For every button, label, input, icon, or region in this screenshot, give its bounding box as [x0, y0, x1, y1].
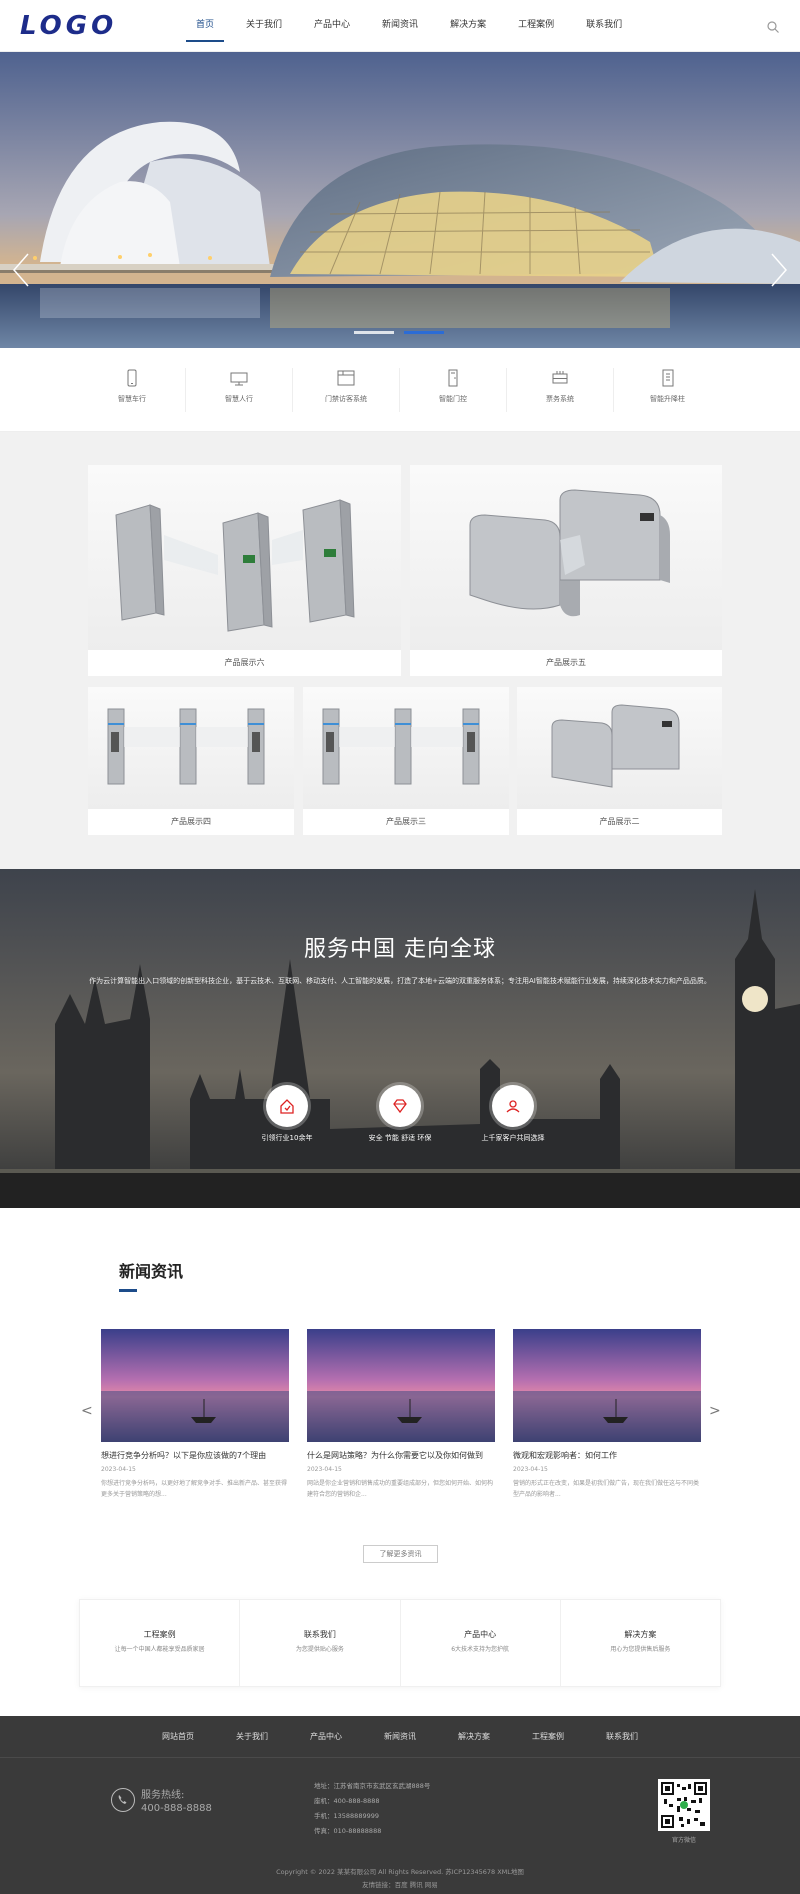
contact-info: 地址：江苏省南京市玄武区玄武湖888号 座机：400-888-8888 手机：1…: [314, 1782, 431, 1835]
main-nav: 首页 关于我们 产品中心 新闻资讯 解决方案 工程案例 联系我们: [180, 0, 638, 52]
news-thumbnail: [101, 1329, 289, 1442]
feature-clients: 上千家客户共同选择: [463, 1085, 563, 1143]
footer: 网站首页 关于我们 产品中心 新闻资讯 解决方案 工程案例 联系我们 服务热线:…: [0, 1716, 800, 1894]
footer-nav-home[interactable]: 网站首页: [141, 1731, 215, 1742]
copyright: Copyright © 2022 某某有限公司 All Rights Reser…: [0, 1866, 800, 1892]
quick-link-products[interactable]: 产品中心 6大技术支持为您护航: [401, 1600, 561, 1686]
header: LOGO 首页 关于我们 产品中心 新闻资讯 解决方案 工程案例 联系我们: [0, 0, 800, 52]
product-image: [517, 687, 722, 809]
news-card[interactable]: 什么是网站策略？为什么你需要它以及你如何做到 2023-04-15 网站是你企业…: [307, 1329, 495, 1500]
nav-contact[interactable]: 联系我们: [570, 0, 638, 52]
door-icon: [443, 368, 463, 388]
quick-link-contact[interactable]: 联系我们 为您提供贴心服务: [240, 1600, 401, 1686]
product-card[interactable]: 产品展示三: [303, 687, 509, 835]
monitor-icon: [229, 368, 249, 388]
qr-code: [658, 1779, 710, 1831]
page: LOGO 首页 关于我们 产品中心 新闻资讯 解决方案 工程案例 联系我们 智慧…: [0, 0, 800, 1894]
hero-banner: [0, 52, 800, 348]
product-image: [410, 465, 722, 650]
category-bar: 智慧车行 智慧人行 门禁访客系统 智能门控 票务系统 智能升降柱: [0, 348, 800, 432]
more-news-button[interactable]: 了解更多资讯: [363, 1545, 438, 1563]
quick-links: 工程案例 让每一个中国人都能享受品质家居 联系我们 为您提供贴心服务 产品中心 …: [79, 1599, 721, 1687]
category-smart-vehicle[interactable]: 智慧车行: [79, 367, 186, 412]
product-card[interactable]: 产品展示六: [88, 465, 401, 676]
product-card[interactable]: 产品展示二: [517, 687, 722, 835]
server-icon: [550, 368, 570, 388]
banner-next-arrow[interactable]: [768, 250, 790, 290]
news-prev-arrow[interactable]: <: [81, 1403, 93, 1419]
phone-icon: [111, 1788, 135, 1812]
friend-links[interactable]: 友情链接：百度 腾讯 网易: [0, 1879, 800, 1892]
qr-label: 官方微信: [671, 1837, 696, 1844]
footer-nav-cases[interactable]: 工程案例: [511, 1731, 585, 1742]
product-caption: 产品展示四: [88, 809, 294, 835]
footer-nav-about[interactable]: 关于我们: [215, 1731, 289, 1742]
category-smart-pedestrian[interactable]: 智慧人行: [186, 367, 293, 412]
quick-link-cases[interactable]: 工程案例 让每一个中国人都能享受品质家居: [80, 1600, 241, 1686]
feature-safety: 安全 节能 舒适 环保: [350, 1085, 450, 1143]
footer-nav-contact[interactable]: 联系我们: [585, 1731, 659, 1742]
category-access-visitor[interactable]: 门禁访客系统: [293, 367, 400, 412]
banner-dot-1[interactable]: [354, 331, 394, 334]
product-card[interactable]: 产品展示五: [410, 465, 722, 676]
news-section: 新闻资讯 < > 想进行竞争分析吗？以下是你应该做的7个理由 2023-04-1…: [0, 1208, 800, 1716]
quick-link-solutions[interactable]: 解决方案 用心为您提供售后服务: [561, 1600, 720, 1686]
news-thumbnail: [513, 1329, 701, 1442]
home-icon: [266, 1085, 308, 1127]
nav-products[interactable]: 产品中心: [298, 0, 366, 52]
phone-icon: [122, 368, 142, 388]
browser-icon: [336, 368, 356, 388]
product-card[interactable]: 产品展示四: [88, 687, 294, 835]
banner-architecture-image: [0, 52, 800, 348]
news-thumbnail: [307, 1329, 495, 1442]
product-caption: 产品展示二: [517, 809, 722, 835]
service-title: 服务中国 走向全球: [304, 937, 496, 962]
category-smart-door[interactable]: 智能门控: [400, 367, 507, 412]
nav-news[interactable]: 新闻资讯: [366, 0, 434, 52]
category-bollard[interactable]: 智能升降柱: [614, 368, 721, 412]
building-icon: [658, 368, 678, 388]
title-underline: [119, 1289, 137, 1292]
news-next-arrow[interactable]: >: [709, 1403, 721, 1419]
news-card[interactable]: 想进行竞争分析吗？以下是你应该做的7个理由 2023-04-15 你想进行竞争分…: [101, 1329, 289, 1500]
footer-nav-solutions[interactable]: 解决方案: [437, 1731, 511, 1742]
service-section: 服务中国 走向全球 作为云计算智能出入口领域的创新型科技企业，基于云技术、互联网…: [0, 869, 800, 1208]
product-image: [88, 687, 294, 809]
product-showcase: 产品展示六 产品展示五 产品展示四 产品展示三 产品展示二: [0, 432, 800, 869]
banner-dot-2[interactable]: [404, 331, 444, 334]
nav-cases[interactable]: 工程案例: [502, 0, 570, 52]
news-card[interactable]: 微观和宏观影响者：如何工作 2023-04-15 营销的形式正在改变，如果是初我…: [513, 1329, 701, 1500]
logo[interactable]: LOGO: [20, 11, 160, 41]
footer-nav-products[interactable]: 产品中心: [289, 1731, 363, 1742]
category-ticketing[interactable]: 票务系统: [507, 367, 614, 412]
hotline: 服务热线: 400-888-8888: [111, 1786, 212, 1814]
footer-nav-news[interactable]: 新闻资讯: [363, 1731, 437, 1742]
news-title: 新闻资讯: [119, 1262, 184, 1281]
product-caption: 产品展示三: [303, 809, 509, 835]
nav-about[interactable]: 关于我们: [230, 0, 298, 52]
search-icon[interactable]: [766, 19, 780, 33]
feature-experience: 引领行业10余年: [237, 1085, 337, 1143]
service-background-image: [0, 869, 800, 1208]
product-caption: 产品展示五: [410, 650, 722, 676]
service-description: 作为云计算智能出入口领域的创新型科技企业，基于云技术、互联网、移动支付、人工智能…: [89, 977, 711, 985]
footer-nav: 网站首页 关于我们 产品中心 新闻资讯 解决方案 工程案例 联系我们: [0, 1716, 800, 1758]
banner-pagination: [354, 331, 444, 334]
diamond-icon: [379, 1085, 421, 1127]
nav-solutions[interactable]: 解决方案: [434, 0, 502, 52]
customer-icon: [492, 1085, 534, 1127]
product-image: [88, 465, 401, 650]
product-caption: 产品展示六: [88, 650, 401, 676]
nav-home[interactable]: 首页: [180, 0, 230, 52]
product-image: [303, 687, 509, 809]
banner-prev-arrow[interactable]: [10, 250, 32, 290]
